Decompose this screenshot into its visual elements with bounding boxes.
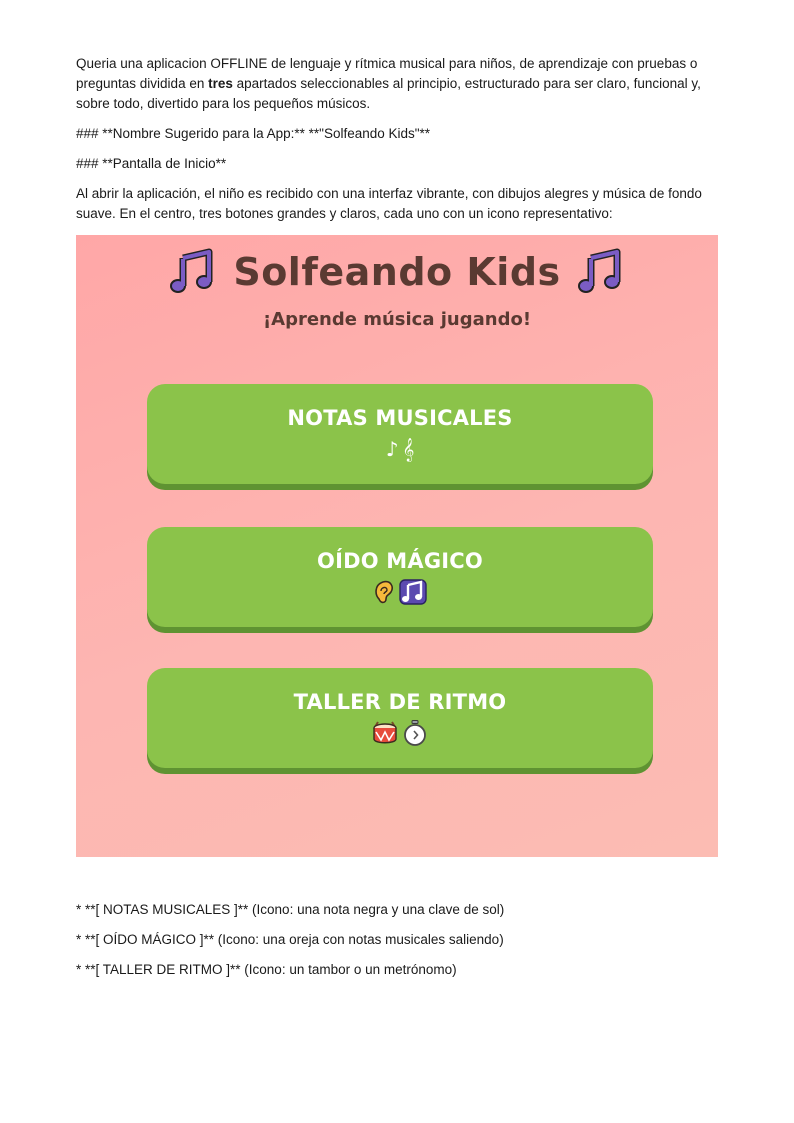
- button-description-list: * **[ NOTAS MUSICALES ]** (Icono: una no…: [76, 900, 718, 990]
- button-label: NOTAS MUSICALES: [287, 406, 513, 430]
- button-label: OÍDO MÁGICO: [317, 549, 483, 573]
- list-item: * **[ NOTAS MUSICALES ]** (Icono: una no…: [76, 902, 505, 917]
- app-title: Solfeando Kids: [233, 250, 561, 294]
- app-home-screen: Solfeando Kids ¡Aprende música jugando! …: [76, 235, 718, 857]
- document-body: Queria una aplicacion OFFLINE de lenguaj…: [76, 54, 718, 234]
- musical-notes-icon: [170, 248, 213, 293]
- musical-notes-icon: [577, 248, 621, 293]
- ear-icon: [375, 580, 393, 604]
- list-item: * **[ OÍDO MÁGICO ]** (Icono: una oreja …: [76, 932, 504, 947]
- stopwatch-icon: [404, 720, 426, 746]
- app-header: Solfeando Kids: [76, 243, 718, 301]
- app-name-heading: ### **Nombre Sugerido para la App:** **"…: [76, 126, 431, 141]
- treble-clef-icon: 𝄞: [402, 437, 415, 461]
- home-screen-heading: ### **Pantalla de Inicio**: [76, 156, 227, 171]
- app-subtitle: ¡Aprende música jugando!: [262, 309, 532, 330]
- drum-icon: [373, 721, 397, 744]
- intro-paragraph: Queria una aplicacion OFFLINE de lenguaj…: [76, 54, 718, 114]
- button-icons: [373, 579, 427, 605]
- oido-magico-button[interactable]: OÍDO MÁGICO: [147, 527, 653, 627]
- button-icons: ♪ 𝄞: [386, 436, 415, 462]
- notas-musicales-button[interactable]: NOTAS MUSICALES ♪ 𝄞: [147, 384, 653, 484]
- intro-bold-word: tres: [208, 76, 233, 91]
- musical-note-icon: ♪: [385, 437, 399, 461]
- list-item: * **[ TALLER DE RITMO ]** (Icono: un tam…: [76, 962, 457, 977]
- taller-de-ritmo-button[interactable]: TALLER DE RITMO: [147, 668, 653, 768]
- home-screen-description: Al abrir la aplicación, el niño es recib…: [76, 186, 702, 221]
- musical-notes-icon: [399, 579, 427, 605]
- button-icons: [372, 720, 428, 746]
- button-label: TALLER DE RITMO: [293, 690, 507, 714]
